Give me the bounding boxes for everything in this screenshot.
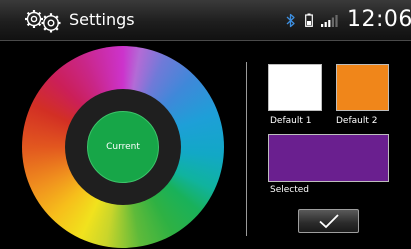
selected-color-swatch[interactable] xyxy=(268,134,389,182)
page-title: Settings xyxy=(69,10,135,29)
default-1-swatch[interactable] xyxy=(268,64,322,111)
current-color-swatch[interactable]: Current xyxy=(87,111,159,183)
gears-icon xyxy=(25,10,61,33)
vertical-divider xyxy=(246,62,247,236)
signal-icon xyxy=(321,15,338,27)
battery-icon xyxy=(305,13,313,27)
default-1-label: Default 1 xyxy=(270,116,312,126)
selected-label: Selected xyxy=(270,185,310,195)
bluetooth-icon xyxy=(286,13,295,28)
checkmark-icon xyxy=(318,214,339,229)
clock: 12:06 xyxy=(347,7,411,32)
status-bar: Settings 12:06 xyxy=(0,0,411,41)
current-color-label: Current xyxy=(106,142,140,152)
settings-screen: Settings 12:06 Current Default 1 Default… xyxy=(0,0,411,249)
default-2-swatch[interactable] xyxy=(336,64,389,111)
default-2-label: Default 2 xyxy=(336,116,378,126)
confirm-button[interactable] xyxy=(298,209,359,233)
